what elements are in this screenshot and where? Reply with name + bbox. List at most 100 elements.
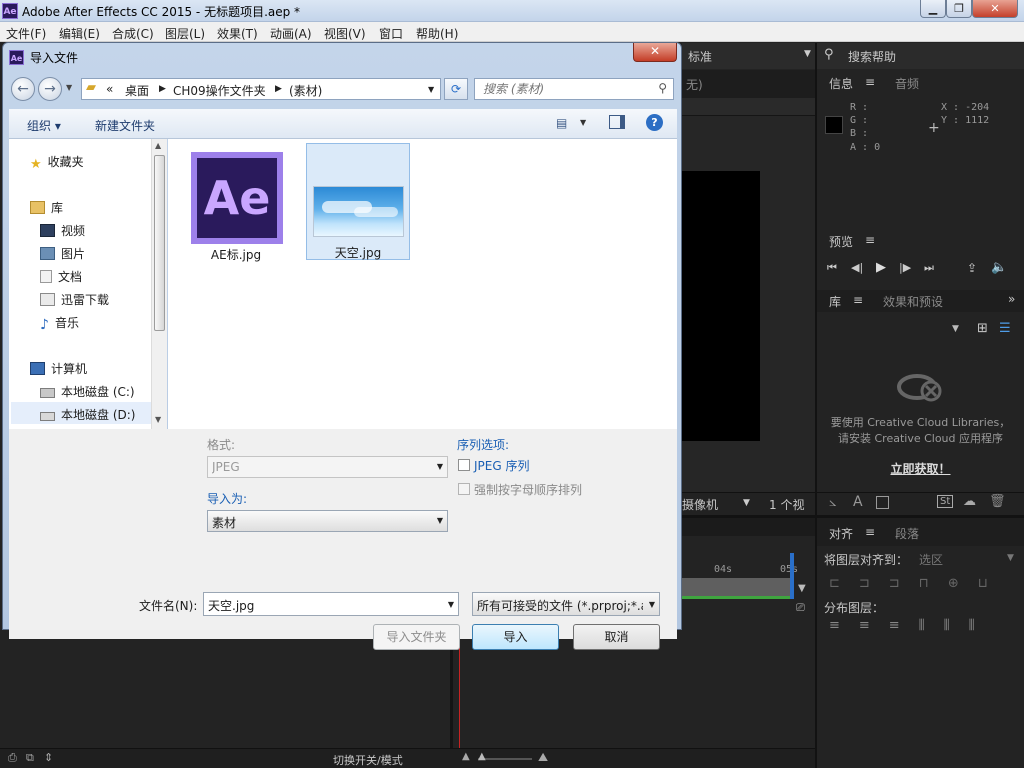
import-as-select[interactable]: 素材 ▼ [207,510,448,532]
view-options-icon[interactable]: ▤ [556,116,567,130]
nav-pictures[interactable]: 图片 [40,245,85,262]
library-dropdown-icon[interactable]: ▼ [952,324,959,334]
nav-computer[interactable]: 计算机 [30,360,87,377]
recent-locations-chevron-icon[interactable]: ▼ [66,83,72,92]
menu-effect[interactable]: 效果(T) [217,25,258,42]
transfer-controls-icon[interactable]: ⇕ [44,751,53,764]
work-area-end-handle[interactable] [790,553,794,599]
last-frame-icon[interactable]: ⏭ [924,261,934,275]
audio-speaker-icon[interactable]: 🔈 [991,260,1007,275]
camera-chevron-down-icon[interactable]: ▼ [743,498,750,508]
file-tile-ae-logo[interactable]: Ae AE标.jpg [184,147,288,263]
shape-icon[interactable] [876,496,889,509]
nav-libraries[interactable]: 库 [30,199,63,216]
tab-info[interactable]: 信息 [829,75,853,92]
nav-disk-c[interactable]: 本地磁盘 (C:) [40,383,135,400]
file-tile-sky[interactable]: 天空.jpg [306,143,410,260]
breadcrumb-material[interactable]: (素材) [289,82,322,99]
marker-icon[interactable]: ▼ [798,583,806,594]
preview-title[interactable]: 预览 [829,233,853,250]
tab-align[interactable]: 对齐 [829,525,853,542]
align-buttons-row[interactable]: ⊏⊐⊐⊓⊕⊔ [829,576,1019,591]
tab-audio[interactable]: 音频 [895,75,919,92]
comp-flowchart-icon[interactable]: ⎙ [8,751,17,765]
trash-icon[interactable]: 🗑 [989,494,1006,509]
preview-pane-icon[interactable] [609,115,625,129]
tab-effects-presets[interactable]: 效果和预设 [883,293,943,310]
zoom-slider-handle[interactable]: ▲ [478,751,486,762]
distribute-buttons-row[interactable]: ≡≡≡⫼⫼⫼ [829,618,1019,633]
nav-videos[interactable]: 视频 [40,222,85,239]
play-icon[interactable]: ▶ [876,260,886,275]
nav-documents[interactable]: 文档 [40,268,82,285]
restore-button[interactable]: ❐ [946,0,972,18]
align-menu-icon[interactable]: ≡ [865,525,875,539]
chevron-down-icon[interactable]: ▼ [448,600,454,609]
search-box[interactable]: ⚲ [474,78,674,100]
cancel-button[interactable]: 取消 [573,624,660,650]
workspace-label[interactable]: 标准 [688,48,712,65]
breadcrumb-overflow[interactable]: « [106,82,113,96]
text-tool-icon[interactable]: A [853,494,863,510]
loop-icon[interactable]: ⇪ [967,261,977,275]
paint-brush-icon[interactable]: ⦣ [829,495,836,510]
sync-cloud-icon[interactable]: ☁ [963,494,976,509]
breadcrumb-separator-icon[interactable]: ▶ [159,84,166,94]
address-bar[interactable]: ▰ « 桌面 ▶ CH09操作文件夹 ▶ (素材) ▼ [81,78,441,100]
search-input[interactable] [483,82,643,96]
jpeg-sequence-label[interactable]: JPEG 序列 [474,457,529,474]
menu-window[interactable]: 窗口 [379,25,403,42]
stock-icon[interactable]: St [937,495,954,508]
filename-input[interactable]: 天空.jpg ▼ [203,592,459,616]
get-now-link[interactable]: 立即获取！ [817,460,1024,477]
nav-disk-d[interactable]: 本地磁盘 (D:) [40,406,135,423]
tab-library[interactable]: 库 [829,293,841,310]
import-folder-button[interactable]: 导入文件夹 [373,624,460,650]
import-button[interactable]: 导入 [472,624,559,650]
nav-favorites[interactable]: ★ 收藏夹 [30,153,84,172]
menu-edit[interactable]: 编辑(E) [59,25,100,42]
back-button[interactable]: ← [11,77,35,101]
file-type-select[interactable]: 所有可接受的文件 (*.prproj;*.aep▼ [472,592,660,616]
menu-help[interactable]: 帮助(H) [416,25,458,42]
breadcrumb-ch09-folder[interactable]: CH09操作文件夹 [173,82,266,99]
address-chevron-down-icon[interactable]: ▼ [428,85,434,94]
menu-animation[interactable]: 动画(A) [270,25,312,42]
close-button[interactable]: ✕ [972,0,1018,18]
breadcrumb-desktop[interactable]: 桌面 [125,82,149,99]
menu-layer[interactable]: 图层(L) [165,25,205,42]
panel-overflow-icon[interactable]: » [1008,292,1015,306]
first-frame-icon[interactable]: ⏮ [827,261,837,275]
zoom-in-mountain-icon[interactable]: ⛰ [538,750,548,765]
composition-canvas[interactable] [682,171,760,441]
previous-frame-icon[interactable]: ◀| [851,261,863,274]
menu-file[interactable]: 文件(F) [6,25,46,42]
dialog-close-button[interactable]: ✕ [633,43,677,62]
list-view-icon[interactable]: ☰ [999,321,1011,336]
nav-scrollbar[interactable]: ▲ ▼ [151,139,167,429]
library-menu-icon[interactable]: ≡ [853,293,863,307]
minimize-button[interactable]: ▁ [920,0,946,18]
view-chevron-down-icon[interactable]: ▼ [580,118,586,127]
workspace-dropdown-icon[interactable]: ▼ [804,49,811,59]
nav-music[interactable]: ♪ 音乐 [40,314,79,333]
camera-dropdown[interactable]: 摄像机 [682,496,718,513]
zoom-slider[interactable] [478,758,532,760]
toggle-switches-modes[interactable]: 切换开关/模式 [333,752,403,768]
info-menu-icon[interactable]: ≡ [865,75,875,89]
align-to-chevron-down-icon[interactable]: ▼ [1007,553,1014,563]
scroll-thumb[interactable] [154,155,165,331]
search-help-field[interactable]: 搜索帮助 [848,48,896,65]
scroll-up-icon[interactable]: ▲ [155,141,161,150]
breadcrumb-separator-icon[interactable]: ▶ [275,84,282,94]
refresh-button[interactable]: ⟳ [444,78,468,100]
menu-composition[interactable]: 合成(C) [112,25,154,42]
scroll-down-icon[interactable]: ▼ [155,415,161,424]
help-icon[interactable]: ? [646,114,663,131]
new-folder-button[interactable]: 新建文件夹 [95,117,155,134]
menu-view[interactable]: 视图(V) [324,25,366,42]
nav-thunder-downloads[interactable]: 迅雷下载 [40,291,109,308]
organize-button[interactable]: 组织 ▾ [27,117,61,134]
zoom-out-mountain-icon[interactable]: ▲ [462,751,470,762]
work-area-bar[interactable] [682,596,790,599]
